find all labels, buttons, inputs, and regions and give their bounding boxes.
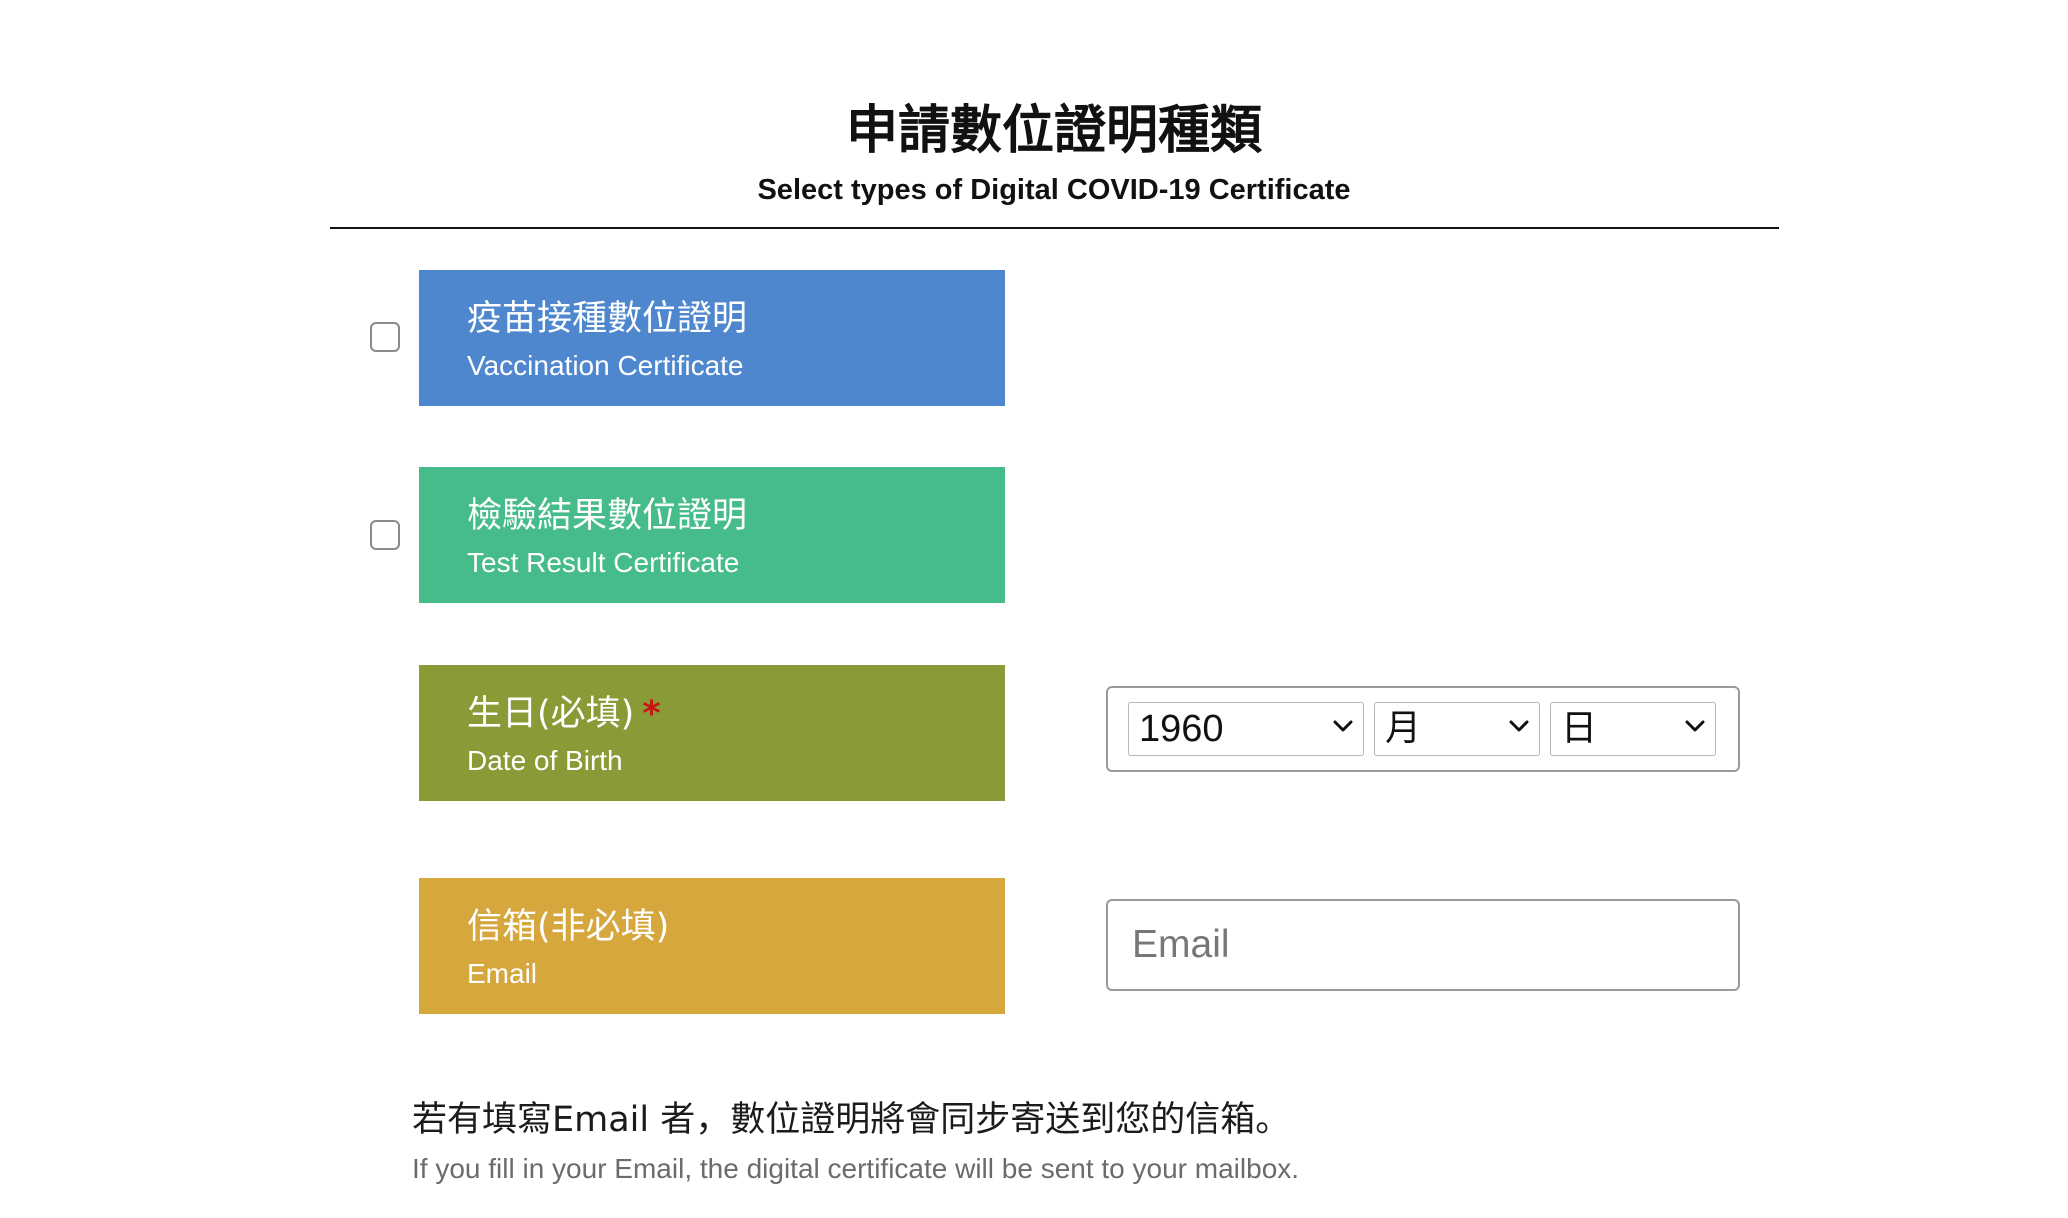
year-select-value: 1960 [1139, 708, 1224, 750]
chevron-down-icon [1509, 720, 1529, 732]
month-select[interactable]: 月 [1374, 702, 1540, 756]
day-select[interactable]: 日 [1550, 702, 1716, 756]
test-result-certificate-checkbox[interactable] [370, 520, 400, 550]
page-title: 申請數位證明種類 [845, 101, 1262, 161]
test-result-certificate-option[interactable]: 檢驗結果數位證明 Test Result Certificate [419, 467, 1005, 603]
required-star: * [642, 694, 661, 734]
email-note-en: If you fill in your Email, the digital c… [412, 1153, 1300, 1184]
chevron-down-icon [1333, 720, 1353, 732]
chevron-down-icon [1685, 720, 1705, 732]
email-label: 信箱(非必填) Email [419, 878, 1005, 1014]
email-note-zh: 若有填寫Email 者，數位證明將會同步寄送到您的信箱。 [412, 1100, 1291, 1140]
date-of-birth-label: 生日(必填) * Date of Birth [419, 665, 1005, 801]
year-select[interactable]: 1960 [1128, 702, 1364, 756]
email-input[interactable] [1106, 899, 1740, 991]
test-result-certificate-title-zh: 檢驗結果數位證明 [467, 496, 748, 536]
vaccination-certificate-option[interactable]: 疫苗接種數位證明 Vaccination Certificate [419, 270, 1005, 406]
email-label-en: Email [467, 958, 538, 989]
date-of-birth-label-text: 生日(必填) [467, 694, 635, 734]
month-select-value: 月 [1385, 708, 1422, 749]
date-of-birth-selects: 1960 月 日 [1106, 686, 1740, 772]
day-select-value: 日 [1561, 708, 1598, 749]
vaccination-certificate-title-en: Vaccination Certificate [467, 350, 744, 381]
vaccination-certificate-checkbox[interactable] [370, 322, 400, 352]
test-result-certificate-title-en: Test Result Certificate [467, 547, 740, 578]
date-of-birth-label-zh: 生日(必填) * [467, 691, 661, 737]
title-divider [330, 227, 1779, 229]
page-subtitle: Select types of Digital COVID-19 Certifi… [757, 174, 1351, 206]
date-of-birth-label-en: Date of Birth [467, 745, 623, 776]
email-label-zh: 信箱(非必填) [467, 907, 670, 947]
vaccination-certificate-title-zh: 疫苗接種數位證明 [467, 299, 748, 339]
